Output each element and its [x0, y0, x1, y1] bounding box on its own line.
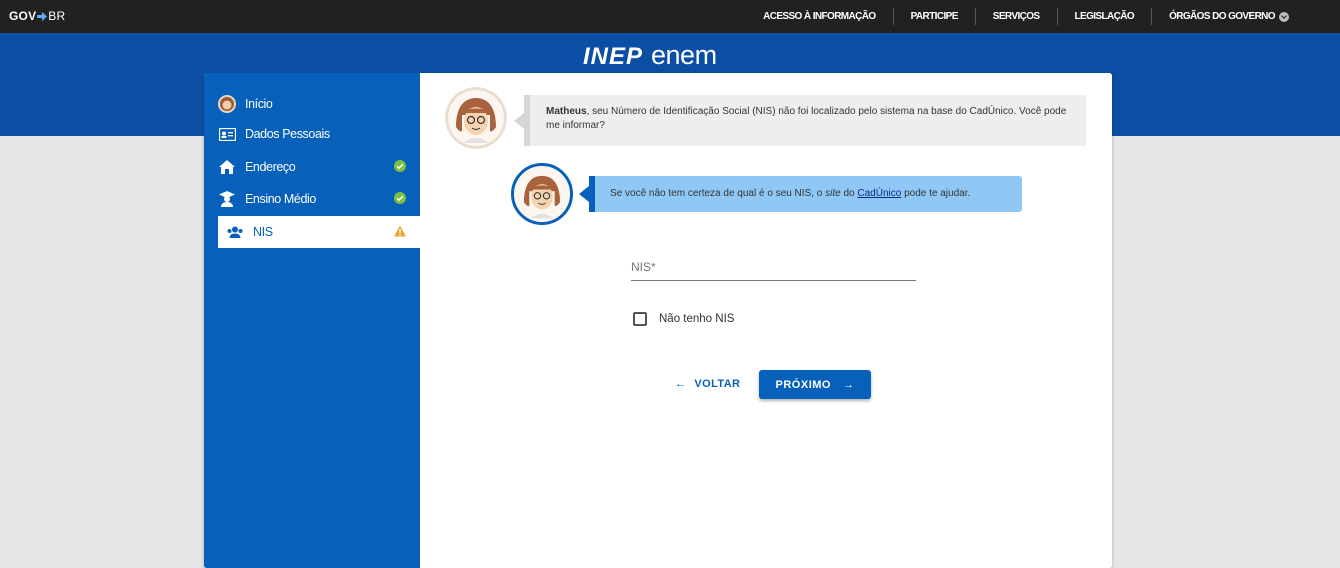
govbr-arrow-icon [37, 11, 48, 21]
assistant-avatar-icon [511, 163, 573, 225]
gov-bar: GOV BR ACESSO À INFORMAÇÃO PARTICIPE SER… [0, 0, 1340, 33]
govbr-logo[interactable]: GOV BR [9, 9, 65, 23]
logo-gov-text: GOV [9, 9, 37, 23]
sidebar-item-label: NIS [253, 225, 273, 239]
no-nis-label: Não tenho NIS [659, 313, 735, 325]
people-icon [226, 223, 244, 241]
graduate-icon [218, 190, 236, 208]
sidebar-item-endereco[interactable]: Endereço [218, 151, 420, 183]
no-nis-checkbox[interactable] [633, 312, 647, 326]
message-2-pre: Se você não tem certeza de qual é o seu … [610, 188, 826, 199]
check-circle-icon [394, 192, 406, 204]
avatar-icon [218, 95, 236, 113]
main-content: Matheus, seu Número de Identificação Soc… [420, 73, 1112, 568]
menu-participe[interactable]: PARTICIPE [892, 8, 975, 25]
brand-enem: enem [651, 40, 717, 70]
main-card: Início Dados Pessoais Endereço Ensino Mé… [204, 73, 1112, 568]
assistant-message-1: Matheus, seu Número de Identificação Soc… [514, 95, 1086, 146]
next-button[interactable]: PRÓXIMO → [759, 370, 871, 399]
sidebar-item-label: Ensino Médio [245, 192, 316, 206]
logo-br-text: BR [48, 9, 66, 23]
menu-orgaos-governo[interactable]: ÓRGÃOS DO GOVERNO [1151, 8, 1306, 25]
menu-orgaos-label: ÓRGÃOS DO GOVERNO [1169, 11, 1276, 22]
sidebar-item-inicio[interactable]: Início [218, 88, 420, 120]
back-button-label: VOLTAR [694, 378, 741, 390]
assistant-message-2: Se você não tem certeza de qual é o seu … [579, 176, 1022, 212]
sidebar-item-ensino-medio[interactable]: Ensino Médio [218, 183, 420, 215]
menu-acesso-informacao[interactable]: ACESSO À INFORMAÇÃO [746, 8, 893, 25]
sidebar-item-label: Início [245, 97, 273, 111]
nis-field [631, 254, 916, 281]
arrow-right-icon: → [842, 378, 855, 391]
message-1-text: , seu Número de Identificação Social (NI… [546, 106, 1067, 131]
nis-input[interactable] [631, 254, 916, 280]
gov-menu: ACESSO À INFORMAÇÃO PARTICIPE SERVIÇOS L… [746, 0, 1306, 33]
check-circle-icon [394, 160, 406, 172]
chevron-down-icon [1279, 11, 1289, 22]
assistant-avatar-icon [445, 87, 507, 149]
brand-inep: INEP [583, 43, 644, 70]
sidebar-item-dados-pessoais[interactable]: Dados Pessoais [218, 118, 420, 150]
arrow-left-icon: ← [675, 378, 687, 390]
menu-legislacao[interactable]: LEGISLAÇÃO [1056, 8, 1152, 25]
back-button[interactable]: ← VOLTAR [675, 373, 740, 395]
message-2-post: pode te ajudar. [901, 188, 971, 199]
message-2-mid: do [840, 188, 858, 199]
message-2-italic: site [825, 188, 841, 199]
home-icon [218, 158, 236, 176]
sidebar: Início Dados Pessoais Endereço Ensino Mé… [204, 73, 420, 568]
next-button-label: PRÓXIMO [775, 378, 831, 391]
menu-servicos[interactable]: SERVIÇOS [974, 8, 1057, 25]
inep-enem-logo: INEP enem [583, 40, 717, 71]
sidebar-item-label: Endereço [245, 160, 296, 174]
sidebar-item-label: Dados Pessoais [245, 127, 330, 141]
cadunico-link[interactable]: CadÚnico [857, 188, 901, 199]
id-card-icon [218, 125, 236, 143]
user-first-name: Matheus [546, 106, 587, 117]
no-nis-option[interactable]: Não tenho NIS [633, 312, 734, 326]
sidebar-item-nis[interactable]: NIS [218, 216, 420, 248]
warning-icon [394, 225, 406, 237]
